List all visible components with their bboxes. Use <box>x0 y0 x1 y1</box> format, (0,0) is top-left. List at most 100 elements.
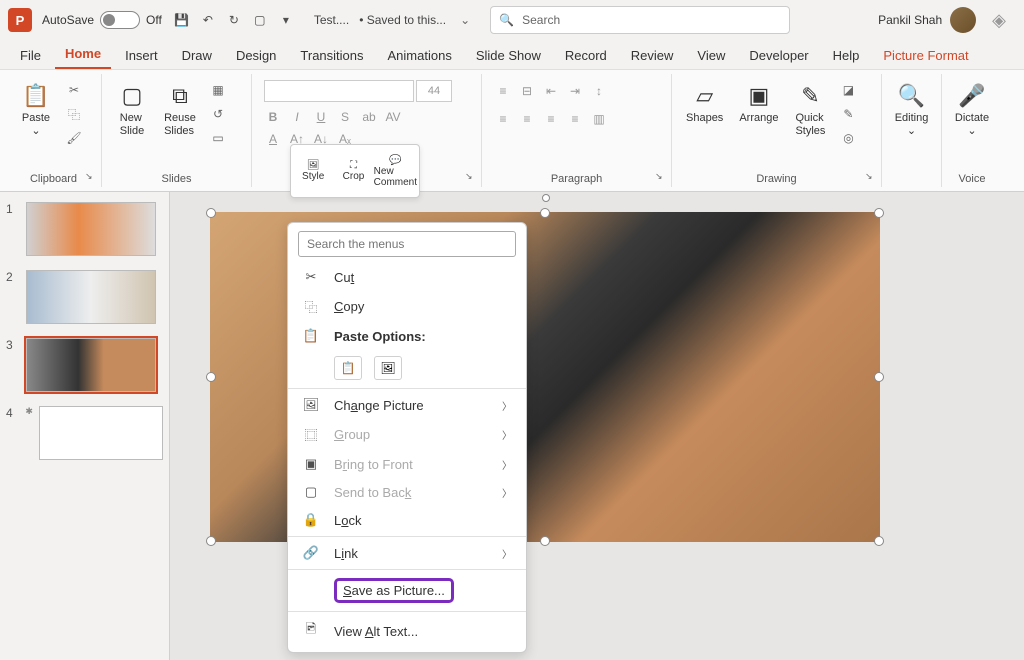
dialog-launcher-icon[interactable]: ↘ <box>865 171 877 183</box>
search-box[interactable]: 🔍 Search <box>490 6 790 34</box>
resize-handle[interactable] <box>874 372 884 382</box>
tab-view[interactable]: View <box>687 42 735 69</box>
resize-handle[interactable] <box>874 208 884 218</box>
file-name[interactable]: Test.... <box>314 13 349 27</box>
shape-effects-icon[interactable]: ◎ <box>838 128 858 148</box>
section-icon[interactable]: ▭ <box>208 128 228 148</box>
tab-transitions[interactable]: Transitions <box>290 42 373 69</box>
columns-icon[interactable]: ▥ <box>590 110 608 128</box>
font-name-input[interactable] <box>264 80 414 102</box>
resize-handle[interactable] <box>206 372 216 382</box>
menu-copy[interactable]: ⿻ Copy <box>288 291 526 322</box>
new-comment-button[interactable]: 💬New Comment <box>374 147 417 195</box>
thumb-row[interactable]: 3 <box>6 338 163 392</box>
style-button[interactable]: 🖼Style <box>293 147 333 195</box>
copy-icon[interactable]: ⿻ <box>64 104 84 124</box>
menu-search-input[interactable] <box>298 231 516 257</box>
shadow-icon[interactable]: ab <box>360 108 378 126</box>
tab-insert[interactable]: Insert <box>115 42 168 69</box>
shape-fill-icon[interactable]: ◪ <box>838 80 858 100</box>
resize-handle[interactable] <box>540 536 550 546</box>
resize-handle[interactable] <box>206 536 216 546</box>
reuse-slides-button[interactable]: ⧉ Reuse Slides <box>158 76 202 142</box>
dialog-launcher-icon[interactable]: ↘ <box>655 171 667 183</box>
align-left-icon[interactable]: ≡ <box>494 110 512 128</box>
align-center-icon[interactable]: ≡ <box>518 110 536 128</box>
shape-outline-icon[interactable]: ✎ <box>838 104 858 124</box>
save-status[interactable]: • Saved to this... <box>359 13 446 27</box>
crop-icon: ⛶ <box>350 160 357 171</box>
paste-option-keep-source[interactable]: 📋 <box>334 356 362 380</box>
font-color-icon[interactable]: A <box>264 130 282 148</box>
bullets-icon[interactable]: ≡ <box>494 82 512 100</box>
menu-lock[interactable]: 🔒 Lock <box>288 506 526 534</box>
cut-icon[interactable]: ✂ <box>64 80 84 100</box>
dropdown-icon[interactable]: ⌄ <box>460 13 470 27</box>
menu-link[interactable]: 🔗 Link 〉 <box>288 539 526 567</box>
bold-icon[interactable]: B <box>264 108 282 126</box>
shapes-button[interactable]: ▱Shapes <box>680 76 729 129</box>
toggle-switch[interactable] <box>100 11 140 29</box>
qat-more-icon[interactable]: ▾ <box>278 12 294 28</box>
quick-styles-button[interactable]: ✎Quick Styles <box>788 76 832 142</box>
justify-icon[interactable]: ≡ <box>566 110 584 128</box>
decrease-indent-icon[interactable]: ⇤ <box>542 82 560 100</box>
spacing-icon[interactable]: AV <box>384 108 402 126</box>
paste-button[interactable]: 📋 Paste ⌄ <box>14 76 58 142</box>
tab-record[interactable]: Record <box>555 42 617 69</box>
align-right-icon[interactable]: ≡ <box>542 110 560 128</box>
format-painter-icon[interactable]: 🖌 <box>64 128 84 148</box>
arrange-button[interactable]: ▣Arrange <box>733 76 784 129</box>
dictate-button[interactable]: 🎤Dictate⌄ <box>950 76 994 142</box>
increase-indent-icon[interactable]: ⇥ <box>566 82 584 100</box>
resize-handle[interactable] <box>540 208 550 218</box>
resize-handle[interactable] <box>206 208 216 218</box>
menu-view-alt-text[interactable]: 🖻 View Alt Text... <box>288 614 526 648</box>
dialog-launcher-icon[interactable]: ↘ <box>465 171 477 183</box>
tab-home[interactable]: Home <box>55 40 111 69</box>
numbering-icon[interactable]: ⊟ <box>518 82 536 100</box>
paste-option-picture[interactable]: 🖼 <box>374 356 402 380</box>
tab-review[interactable]: Review <box>621 42 684 69</box>
premium-icon[interactable]: ◈ <box>992 10 1006 31</box>
slide-thumbnail[interactable] <box>26 202 156 256</box>
autosave-toggle[interactable]: AutoSave Off <box>42 11 162 29</box>
tab-help[interactable]: Help <box>823 42 870 69</box>
start-from-beginning-icon[interactable]: ▢ <box>252 12 268 28</box>
menu-save-as-picture[interactable]: Save as Picture... <box>288 572 526 609</box>
rotate-handle[interactable] <box>542 194 550 202</box>
font-size-input[interactable] <box>416 80 452 102</box>
crop-button[interactable]: ⛶Crop <box>333 147 373 195</box>
save-icon[interactable]: 💾 <box>174 12 190 28</box>
user-area[interactable]: Pankil Shah ◈ <box>878 7 1016 33</box>
slide-thumbnail[interactable] <box>39 406 163 460</box>
resize-handle[interactable] <box>874 536 884 546</box>
line-spacing-icon[interactable]: ↕ <box>590 82 608 100</box>
tab-file[interactable]: File <box>10 42 51 69</box>
menu-cut[interactable]: ✂ Cut <box>288 263 526 291</box>
new-slide-button[interactable]: ▢ New Slide <box>110 76 154 142</box>
tab-developer[interactable]: Developer <box>739 42 818 69</box>
reset-icon[interactable]: ↺ <box>208 104 228 124</box>
layout-icon[interactable]: ▦ <box>208 80 228 100</box>
dialog-launcher-icon[interactable]: ↘ <box>85 171 97 183</box>
undo-icon[interactable]: ↶ <box>200 12 216 28</box>
tab-animations[interactable]: Animations <box>378 42 462 69</box>
menu-search[interactable] <box>298 231 516 257</box>
strike-icon[interactable]: S <box>336 108 354 126</box>
underline-icon[interactable]: U <box>312 108 330 126</box>
slide-thumbnail[interactable] <box>26 270 156 324</box>
italic-icon[interactable]: I <box>288 108 306 126</box>
slide-thumbnail[interactable] <box>26 338 156 392</box>
tab-slideshow[interactable]: Slide Show <box>466 42 551 69</box>
thumb-row[interactable]: 4 ✱ <box>6 406 163 460</box>
tab-picture-format[interactable]: Picture Format <box>873 42 978 69</box>
slide-thumbnail-panel[interactable]: 1 2 3 4 ✱ <box>0 192 170 660</box>
thumb-row[interactable]: 1 <box>6 202 163 256</box>
thumb-row[interactable]: 2 <box>6 270 163 324</box>
menu-change-picture[interactable]: 🖼 Change Picture 〉 <box>288 391 526 419</box>
editing-button[interactable]: 🔍Editing⌄ <box>890 76 933 142</box>
redo-icon[interactable]: ↻ <box>226 12 242 28</box>
tab-design[interactable]: Design <box>226 42 286 69</box>
tab-draw[interactable]: Draw <box>172 42 222 69</box>
